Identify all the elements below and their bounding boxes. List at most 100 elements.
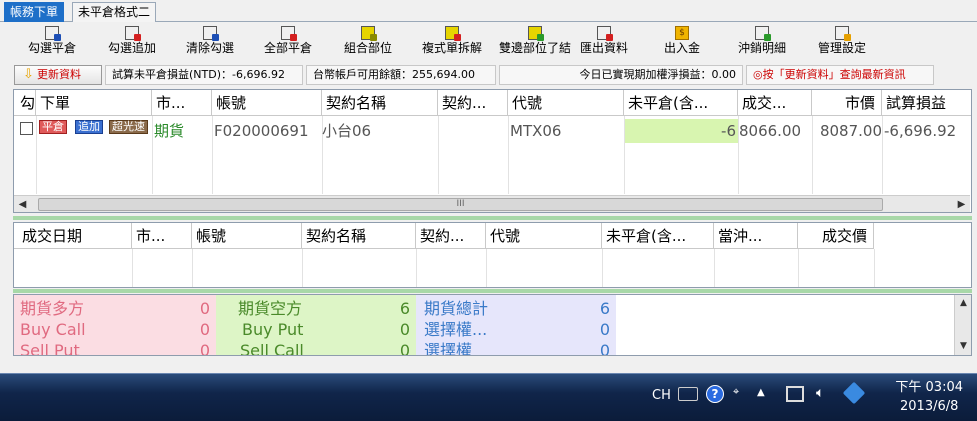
summary-futures-total-value: 6 [599, 299, 610, 318]
input-language[interactable]: CH [652, 388, 671, 403]
col-header-trade-date[interactable]: 成交日期 [14, 223, 132, 249]
horizontal-scrollbar[interactable]: ◀ III ▶ [14, 195, 970, 212]
toolbar: 勾選平倉 勾選追加 清除勾選 全部平倉 組合部位 複式單拆解 雙邊部位了結 匯出… [0, 23, 977, 63]
clear-check-button[interactable]: 清除勾選 [178, 25, 242, 61]
network-icon[interactable] [786, 386, 804, 402]
realized-today-text: 今日已實現期加權淨損益：0.00 [499, 65, 743, 85]
col-header-market[interactable]: 市... [152, 90, 212, 116]
checklist-close-icon [45, 26, 61, 41]
row-contract-month [440, 119, 506, 143]
summary-futures-short-label: 期貨空方 [238, 299, 303, 318]
summary-futures-long-value: 0 [199, 299, 210, 318]
summary-options-1-value: 0 [599, 320, 610, 339]
summary-futures-long-label: 期貨多方 [20, 299, 85, 318]
refresh-button[interactable]: ⇩ 更新資料 [14, 65, 102, 85]
col-header-trade-price[interactable]: 成交... [738, 90, 812, 116]
split-order-icon [445, 26, 461, 41]
summary-buy-call-label: Buy Call [20, 320, 86, 339]
row-account: F020000691 [214, 122, 309, 140]
clear-check-icon [203, 26, 219, 41]
splitter-bottom[interactable] [13, 289, 972, 293]
down-arrow-icon: ⇩ [23, 67, 34, 82]
col-header-market[interactable]: 市... [132, 223, 192, 249]
check-close-button[interactable]: 勾選平倉 [20, 25, 84, 61]
tab-account-order[interactable]: 帳務下單 [4, 2, 65, 22]
pen-icon[interactable]: ⌖ [733, 385, 739, 399]
summary-buy-put-value: 0 [399, 320, 410, 339]
col-header-market-price[interactable]: 市價 [812, 90, 882, 116]
summary-vertical-scrollbar[interactable]: ▲ ▼ [954, 295, 971, 355]
col-header-account[interactable]: 帳號 [192, 223, 302, 249]
settings-icon [835, 26, 851, 41]
combo-position-button[interactable]: 組合部位 [336, 25, 400, 61]
row-market-price: 8087.00 [819, 122, 882, 140]
row-close-button[interactable]: 平倉 [39, 120, 67, 134]
col-header-contract-month[interactable]: 契約... [438, 90, 508, 116]
offset-detail-icon [755, 26, 771, 41]
scroll-left-icon[interactable]: ◀ [14, 196, 31, 213]
col-header-trade-price[interactable]: 成交價 [798, 223, 874, 249]
row-contract-name: 小台06 [322, 122, 372, 140]
checklist-add-icon [125, 26, 141, 41]
position-summary: 期貨多方 0 Buy Call 0 Sell Put 0 期貨空方 6 Buy … [13, 294, 972, 356]
row-add-button[interactable]: 追加 [75, 120, 103, 134]
check-add-button[interactable]: 勾選追加 [100, 25, 164, 61]
splitter-top[interactable] [13, 216, 972, 220]
dropbox-icon[interactable] [842, 381, 866, 405]
settle-both-button[interactable]: 雙邊部位了結 [488, 25, 582, 61]
summary-options-2-label: 選擇權 [424, 341, 473, 356]
col-header-order[interactable]: 下單 [36, 90, 152, 116]
clock-date: 2013/6/8 [900, 399, 959, 414]
volume-icon[interactable]: 🔈︎ [816, 385, 824, 401]
summary-futures-total-label: 期貨總計 [424, 299, 489, 318]
row-symbol: MTX06 [510, 122, 562, 140]
money-icon: $ [675, 26, 689, 40]
row-checkbox[interactable] [20, 122, 33, 135]
table-row[interactable]: 平倉 追加 超光速 期貨 F020000691 小台06 MTX06 -6 80… [14, 117, 971, 143]
summary-sell-call-value: 0 [399, 341, 410, 356]
clock-time: 下午 03:04 [895, 380, 963, 395]
trade-detail-grid: 成交日期 市... 帳號 契約名稱 契約... 代號 未平倉(含... 當沖..… [13, 222, 972, 288]
col-header-check[interactable]: 勾 [14, 90, 36, 116]
combo-position-icon [361, 26, 377, 41]
offset-detail-button[interactable]: 沖銷明細 [730, 25, 794, 61]
info-bar: ⇩ 更新資料 試算未平倉損益(NTD)：-6,696.92 台幣帳戶可用餘額：2… [0, 64, 977, 86]
scroll-up-icon[interactable]: ▲ [955, 295, 971, 312]
scroll-right-icon[interactable]: ▶ [953, 196, 970, 213]
split-order-button[interactable]: 複式單拆解 [412, 25, 492, 61]
row-trial-pnl: -6,696.92 [884, 122, 957, 140]
summary-buy-call-value: 0 [199, 320, 210, 339]
help-icon[interactable]: ? [706, 385, 724, 403]
col-header-trial-pnl[interactable]: 試算損益 [882, 90, 971, 116]
refresh-hint-text: ◎按「更新資料」查詢最新資訊 [746, 65, 934, 85]
summary-options-1-label: 選擇權... [424, 320, 488, 339]
app-window: 帳務下單 未平倉格式二 勾選平倉 勾選追加 清除勾選 全部平倉 組合部位 複式單… [0, 0, 977, 421]
scroll-down-icon[interactable]: ▼ [955, 338, 971, 355]
settle-both-icon [528, 26, 544, 41]
system-clock[interactable]: 下午 03:04 2013/6/8 [895, 378, 963, 416]
export-button[interactable]: 匯出資料 [572, 25, 636, 61]
col-header-contract-name[interactable]: 契約名稱 [302, 223, 416, 249]
tab-open-position-format2[interactable]: 未平倉格式二 [72, 2, 157, 22]
col-header-contract-month[interactable]: 契約... [416, 223, 486, 249]
summary-futures-short-value: 6 [399, 299, 410, 318]
col-header-contract-name[interactable]: 契約名稱 [322, 90, 438, 116]
col-header-account[interactable]: 帳號 [212, 90, 322, 116]
keyboard-icon[interactable] [678, 387, 698, 401]
col-header-open-qty[interactable]: 未平倉(含... [624, 90, 738, 116]
row-fast-order-button[interactable]: 超光速 [109, 120, 148, 134]
col-header-daytrade[interactable]: 當沖... [714, 223, 798, 249]
row-market: 期貨 [154, 122, 185, 140]
summary-sell-call-label: Sell Call [240, 341, 304, 356]
close-all-icon [281, 26, 297, 41]
scroll-thumb[interactable]: III [38, 198, 883, 211]
col-header-symbol[interactable]: 代號 [508, 90, 624, 116]
settings-button[interactable]: 管理設定 [810, 25, 874, 61]
summary-options-2-value: 0 [599, 341, 610, 356]
deposit-withdraw-button[interactable]: $ 出入金 [654, 25, 710, 61]
col-header-symbol[interactable]: 代號 [486, 223, 602, 249]
close-all-button[interactable]: 全部平倉 [256, 25, 320, 61]
row-open-qty: -6 [625, 119, 738, 143]
col-header-open-qty[interactable]: 未平倉(含... [602, 223, 714, 249]
show-hidden-icons[interactable]: ▲ [757, 387, 765, 398]
